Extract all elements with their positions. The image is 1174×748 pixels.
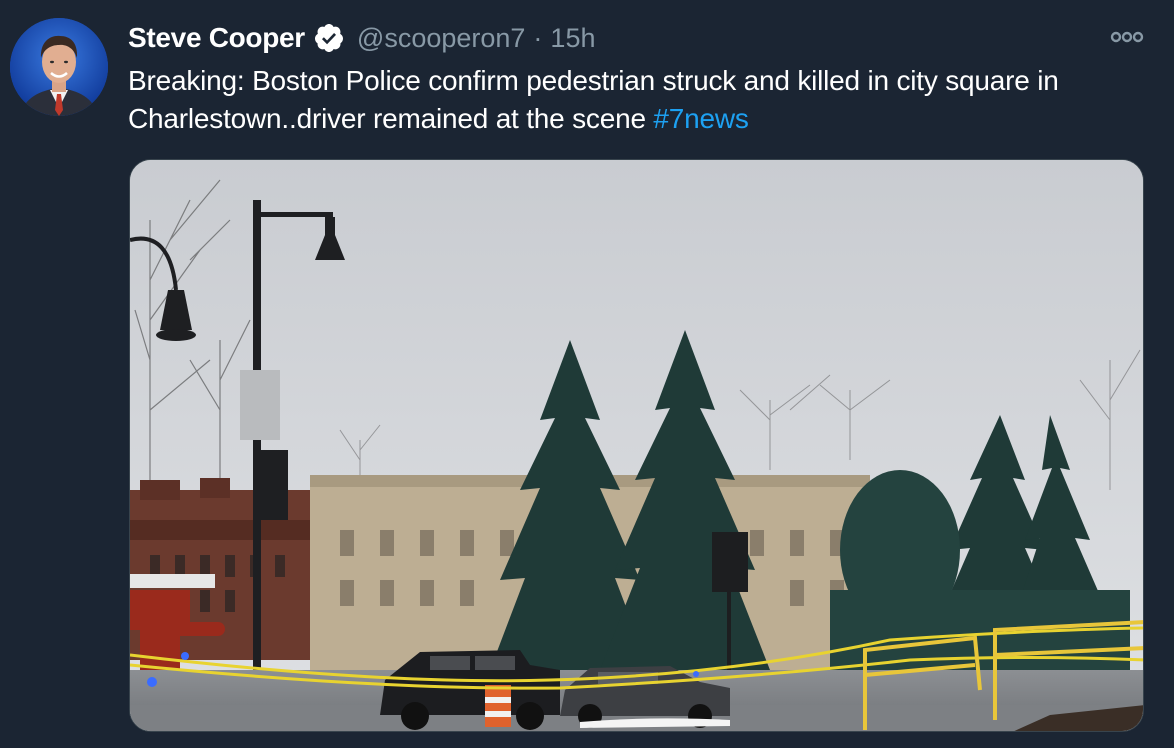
hashtag-link[interactable]: #7news	[653, 103, 749, 134]
tweet-photo[interactable]	[129, 159, 1144, 732]
author-handle[interactable]: @scooperon7	[357, 23, 526, 54]
avatar[interactable]	[10, 18, 108, 116]
author-name[interactable]: Steve Cooper	[128, 22, 305, 54]
tweet-header: Steve Cooper @scooperon7 · 15h	[128, 18, 595, 58]
tweet: Steve Cooper @scooperon7 · 15h Breaking:…	[0, 0, 1174, 748]
more-options-icon[interactable]	[1110, 26, 1144, 48]
separator-dot: ·	[533, 22, 543, 53]
timestamp[interactable]: 15h	[550, 23, 595, 54]
tweet-body: Breaking: Boston Police confirm pedestri…	[128, 65, 1059, 134]
verified-badge-icon	[313, 22, 345, 54]
tweet-text: Breaking: Boston Police confirm pedestri…	[128, 62, 1158, 138]
